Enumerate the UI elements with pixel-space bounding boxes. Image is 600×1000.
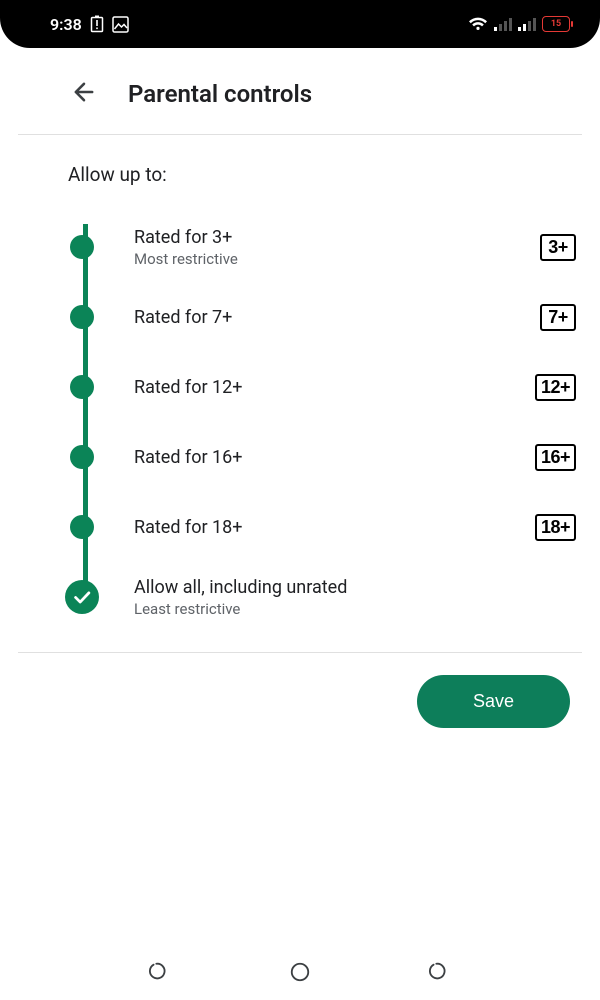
age-badge-3: 3+ [540, 234, 576, 261]
option-dot [70, 235, 94, 259]
rating-option-3plus[interactable]: Rated for 3+ Most restrictive 3+ [70, 212, 576, 282]
battery-icon: 15 [542, 16, 570, 32]
battery-alert-icon [90, 15, 104, 33]
age-badge-7: 7+ [540, 304, 576, 331]
section-subhead: Allow up to: [0, 135, 600, 212]
option-label: Rated for 12+ [134, 377, 535, 398]
option-label: Rated for 3+ [134, 227, 540, 248]
wifi-icon [468, 16, 488, 32]
status-bar: 9:38 15 [0, 0, 600, 48]
option-sublabel: Least restrictive [134, 600, 576, 618]
app-header: Parental controls [0, 68, 600, 134]
back-button[interactable] [70, 78, 98, 110]
rating-options: Rated for 3+ Most restrictive 3+ Rated f… [0, 212, 600, 632]
status-time: 9:38 [50, 15, 82, 34]
option-dot [70, 445, 94, 469]
rating-option-7plus[interactable]: Rated for 7+ 7+ [70, 282, 576, 352]
signal-icon [494, 17, 512, 31]
age-badge-16: 16+ [535, 444, 576, 471]
back-nav-button[interactable] [429, 961, 451, 987]
option-dot-selected [65, 580, 99, 614]
option-dot [70, 375, 94, 399]
image-icon [112, 16, 129, 33]
page-title: Parental controls [128, 80, 312, 108]
option-dot [70, 305, 94, 329]
android-navbar [0, 948, 600, 1000]
option-dot [70, 515, 94, 539]
age-badge-18: 18+ [535, 514, 576, 541]
option-label: Rated for 7+ [134, 307, 540, 328]
option-sublabel: Most restrictive [134, 250, 540, 268]
option-label: Rated for 16+ [134, 447, 535, 468]
age-badge-12: 12+ [535, 374, 576, 401]
signal-icon-2 [518, 17, 536, 31]
check-icon [71, 586, 93, 608]
recent-apps-button[interactable] [149, 961, 171, 987]
option-label: Rated for 18+ [134, 517, 535, 538]
rating-option-12plus[interactable]: Rated for 12+ 12+ [70, 352, 576, 422]
option-label: Allow all, including unrated [134, 577, 576, 598]
rating-option-allow-all[interactable]: Allow all, including unrated Least restr… [70, 562, 576, 632]
home-button[interactable] [289, 961, 311, 987]
rating-option-16plus[interactable]: Rated for 16+ 16+ [70, 422, 576, 492]
rating-option-18plus[interactable]: Rated for 18+ 18+ [70, 492, 576, 562]
save-button[interactable]: Save [417, 675, 570, 728]
battery-percent: 15 [551, 19, 561, 29]
